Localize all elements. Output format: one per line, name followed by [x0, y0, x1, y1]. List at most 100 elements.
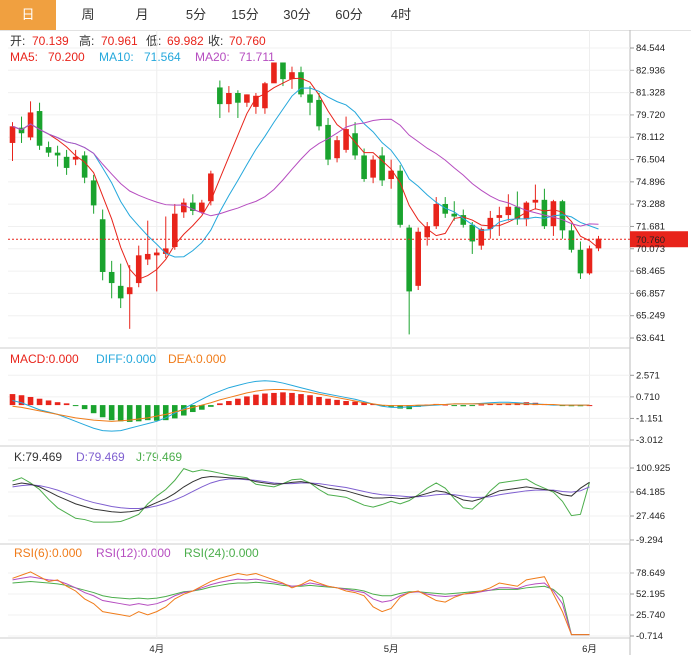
candle-body: [532, 199, 539, 203]
candle-body: [550, 201, 557, 227]
price-tick-label: 82.936: [636, 65, 665, 76]
kdj-tick-label: 64.185: [636, 487, 665, 498]
legend-high-key: 高:: [79, 33, 94, 48]
legend-diff: DIFF:0.000: [96, 352, 156, 366]
kdj-tick-label: 27.446: [636, 511, 665, 522]
axes: 4月 5月 6月 84.544 82.936 81.328 79.720 78.112 76.5…: [149, 43, 670, 655]
candle-body: [478, 228, 485, 246]
legend-rsi24: RSI(24):0.000: [184, 546, 259, 560]
legend-low-key: 低:: [146, 34, 161, 48]
tab-month[interactable]: 月: [114, 0, 170, 30]
price-tick-label: 79.720: [636, 110, 665, 121]
rsi-tick-label: 78.649: [636, 568, 665, 579]
macd-bar: [27, 396, 34, 406]
tab-week[interactable]: 周: [60, 0, 116, 30]
legend-rsi6: RSI(6):0.000: [14, 546, 82, 560]
macd-bar: [54, 402, 61, 406]
macd-bar: [81, 405, 88, 410]
tab-60min[interactable]: 60分: [321, 0, 377, 30]
tab-15min[interactable]: 15分: [217, 0, 273, 30]
period-tabs: 日 周 月 5分 15分 30分 60分 4时: [0, 0, 691, 31]
rsi-legend: RSI(6):0.000 RSI(12):0.000 RSI(24):0.000: [14, 546, 259, 560]
candle-body: [559, 201, 566, 231]
candle-body: [54, 152, 61, 156]
macd-bar: [190, 405, 196, 413]
macd-bar: [36, 398, 43, 406]
macd-bar: [307, 395, 313, 406]
legend-k: K:79.469: [14, 450, 62, 464]
candle-body: [9, 126, 16, 143]
candle-body: [298, 72, 304, 95]
candle-body: [397, 170, 403, 225]
diff-line: [12, 380, 590, 432]
legend-ma20-key: MA20:: [195, 50, 230, 64]
macd-bar: [244, 396, 250, 406]
legend-ma10-value: 71.564: [144, 50, 181, 64]
x-tick-label: 4月: [149, 644, 164, 655]
macd-bar: [280, 392, 286, 406]
rsi-panel: [12, 571, 590, 636]
macd-bar: [451, 405, 458, 407]
macd-tick-label: 0.710: [636, 392, 660, 403]
price-tick-label: 66.857: [636, 288, 665, 299]
candle-body: [325, 124, 331, 160]
candle-body: [586, 248, 593, 274]
candle-body: [487, 217, 494, 229]
macd-bar: [108, 405, 115, 421]
candle-body: [505, 206, 512, 216]
macd-bar: [117, 405, 124, 422]
macd-bar: [153, 405, 160, 421]
tab-day[interactable]: 日: [0, 0, 56, 30]
candle-body: [415, 231, 421, 286]
candle-body: [63, 156, 70, 168]
macd-bar: [45, 400, 52, 406]
tab-30min[interactable]: 30分: [269, 0, 325, 30]
chart-area[interactable]: 开: 70.139 高: 70.961 低: 69.982 收: 70.760 …: [0, 30, 691, 670]
legend-close-key: 收:: [208, 34, 223, 48]
macd-bar: [226, 401, 232, 406]
grid: [0, 30, 691, 655]
legend-ma20-value: 71.711: [239, 50, 275, 64]
candle-body: [568, 230, 575, 250]
macd-tick-label: -3.012: [636, 435, 663, 446]
candle-body: [262, 83, 268, 109]
legend-macd: MACD:0.000: [10, 352, 79, 366]
legend-open-value: 70.139: [32, 34, 69, 48]
candle-body: [334, 140, 340, 159]
price-tick-label: 84.544: [636, 43, 665, 54]
macd-bar: [289, 392, 295, 406]
tab-5min[interactable]: 5分: [168, 0, 224, 30]
price-tick-label: 76.504: [636, 155, 665, 166]
candle-body: [280, 62, 286, 80]
price-tick-label: 73.288: [636, 199, 665, 210]
candle-body: [271, 62, 277, 84]
candle-body: [541, 199, 548, 227]
kdj-tick-label: 100.925: [636, 463, 670, 474]
tab-4hour[interactable]: 4时: [373, 0, 429, 30]
candle-body: [153, 252, 160, 256]
rsi6-line: [12, 571, 590, 636]
price-tick-label: 65.249: [636, 311, 665, 322]
candle-body: [45, 147, 52, 153]
macd-bar: [271, 392, 277, 406]
macd-bar: [90, 405, 97, 414]
candle-body: [144, 253, 151, 260]
macd-bar: [9, 394, 16, 406]
macd-bar: [316, 396, 322, 406]
legend-ma5-key: MA5:: [10, 50, 38, 64]
candle-body: [307, 94, 313, 103]
macd-bar: [352, 401, 358, 406]
macd-bar: [217, 403, 223, 406]
legend-dea: DEA:0.000: [168, 352, 226, 366]
kdj-tick-label: -9.294: [636, 535, 663, 546]
price-tick-label: 78.112: [636, 132, 664, 143]
legend-rsi12: RSI(12):0.000: [96, 546, 171, 560]
macd-legend: MACD:0.000 DIFF:0.000 DEA:0.000: [10, 352, 226, 366]
x-tick-label: 6月: [582, 644, 597, 655]
macd-bar: [63, 403, 70, 406]
candle-body: [199, 202, 205, 213]
macd-tick-label: 2.571: [636, 370, 660, 381]
price-tick-label: 81.328: [636, 88, 665, 99]
candle-body: [217, 87, 223, 105]
legend-close-value: 70.760: [229, 34, 266, 48]
